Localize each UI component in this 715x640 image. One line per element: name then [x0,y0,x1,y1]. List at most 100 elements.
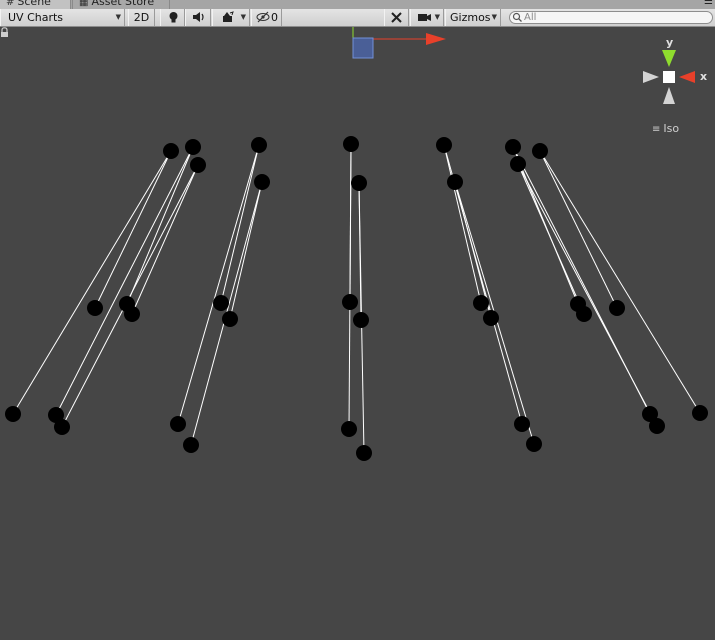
chevron-down-icon: ▼ [491,13,497,21]
gizmo-neg-x-cone[interactable] [643,71,659,83]
gizmo-neg-y-cone[interactable] [663,87,675,104]
lighting-toggle[interactable] [160,9,185,26]
vertex[interactable] [54,419,70,435]
search-input[interactable] [524,12,704,23]
tab-strip: # Scene ▦ Asset Store ☰ [0,0,715,9]
vertex[interactable] [213,295,229,311]
camera-icon [418,14,431,21]
edge [220,144,260,304]
vertex[interactable] [692,405,708,421]
handle-plane[interactable] [352,37,374,59]
vertex[interactable] [505,139,521,155]
gizmo-x-cone[interactable] [679,71,695,83]
vertex[interactable] [447,174,463,190]
chart-vertices[interactable] [5,136,708,461]
effects-count: 0 [271,11,278,24]
tab-asset-store[interactable]: ▦ Asset Store [72,0,170,9]
gizmo-y-cone[interactable] [662,50,676,67]
vertex[interactable] [353,312,369,328]
handle-x-arrow[interactable] [426,33,446,45]
vertex[interactable] [222,311,238,327]
scene-window: # Scene ▦ Asset Store ☰ UV Charts ▼ 2D ▼… [0,0,715,640]
vertex[interactable] [514,416,530,432]
tools-button[interactable] [384,9,409,26]
vertex[interactable] [87,300,103,316]
vertex[interactable] [251,137,267,153]
tab-scene-label: Scene [17,0,51,8]
eye-crossed-icon [256,11,270,23]
vertex[interactable] [526,436,542,452]
edge [12,150,172,415]
edge [131,164,199,315]
vertex[interactable] [163,143,179,159]
mode-2d-button[interactable]: 2D [128,9,155,26]
vertex[interactable] [124,306,140,322]
audio-toggle[interactable] [185,9,211,26]
edge [517,163,585,315]
orientation-gizmo[interactable]: y x [643,36,707,104]
vertex[interactable] [532,143,548,159]
edge [229,181,263,320]
scene-viewport[interactable]: y x ≡ Iso [0,27,715,640]
vertex[interactable] [576,306,592,322]
vertex[interactable] [483,310,499,326]
edge [177,144,260,425]
edge [55,146,194,416]
camera-dropdown[interactable]: ▼ [410,9,444,26]
effects-dropdown[interactable]: ▼ [212,9,250,26]
tab-scene[interactable]: # Scene [0,0,71,9]
move-handle[interactable] [352,27,446,59]
gizmos-label: Gizmos [450,11,491,24]
window-menu-icon[interactable]: ☰ [704,0,713,7]
gizmo-x-label: x [700,70,707,83]
tab-asset-store-label: Asset Store [91,0,155,8]
search-box[interactable] [509,11,713,24]
edge [517,163,658,427]
wrench-icon [391,12,402,23]
projection-toggle[interactable]: ≡ Iso [652,122,679,135]
vertex[interactable] [473,295,489,311]
hidden-objects-toggle[interactable]: 0 [251,9,282,26]
mode-2d-label: 2D [133,11,150,24]
effects-icon [223,11,234,22]
gizmo-y-label: y [666,36,673,49]
vertex[interactable] [185,139,201,155]
projection-label: Iso [663,122,680,135]
lightbulb-icon [169,12,178,23]
edge [126,146,194,305]
vertex[interactable] [609,300,625,316]
vertex[interactable] [510,156,526,172]
speaker-icon [193,12,204,22]
vertex[interactable] [190,157,206,173]
hash-icon: # [6,0,15,8]
chevron-down-icon: ▼ [115,13,121,21]
scene-toolbar: UV Charts ▼ 2D ▼ 0 ▼ Gizmos ▼ All [0,9,715,27]
lock-icon[interactable] [0,27,9,37]
edge [61,164,199,428]
chevron-down-icon: ▼ [240,13,246,21]
scene-canvas: y x [5,27,708,461]
draw-mode-label: UV Charts [8,11,64,24]
vertex[interactable] [436,137,452,153]
vertex[interactable] [343,136,359,152]
vertex[interactable] [5,406,21,422]
vertex[interactable] [254,174,270,190]
vertex[interactable] [351,175,367,191]
edge [443,144,482,304]
draw-mode-dropdown[interactable]: UV Charts ▼ [0,9,125,26]
vertex[interactable] [170,416,186,432]
gizmos-dropdown[interactable]: Gizmos ▼ [445,9,501,26]
edge [349,143,352,303]
cart-icon: ▦ [79,0,89,8]
vertex[interactable] [649,418,665,434]
edge [94,150,172,309]
edge [539,150,618,309]
gizmo-center-cube[interactable] [663,71,675,83]
edge [539,150,701,414]
vertex[interactable] [341,421,357,437]
search-icon [512,12,522,22]
vertex[interactable] [342,294,358,310]
vertex[interactable] [183,437,199,453]
vertex[interactable] [356,445,372,461]
chevron-down-icon: ▼ [434,13,440,21]
